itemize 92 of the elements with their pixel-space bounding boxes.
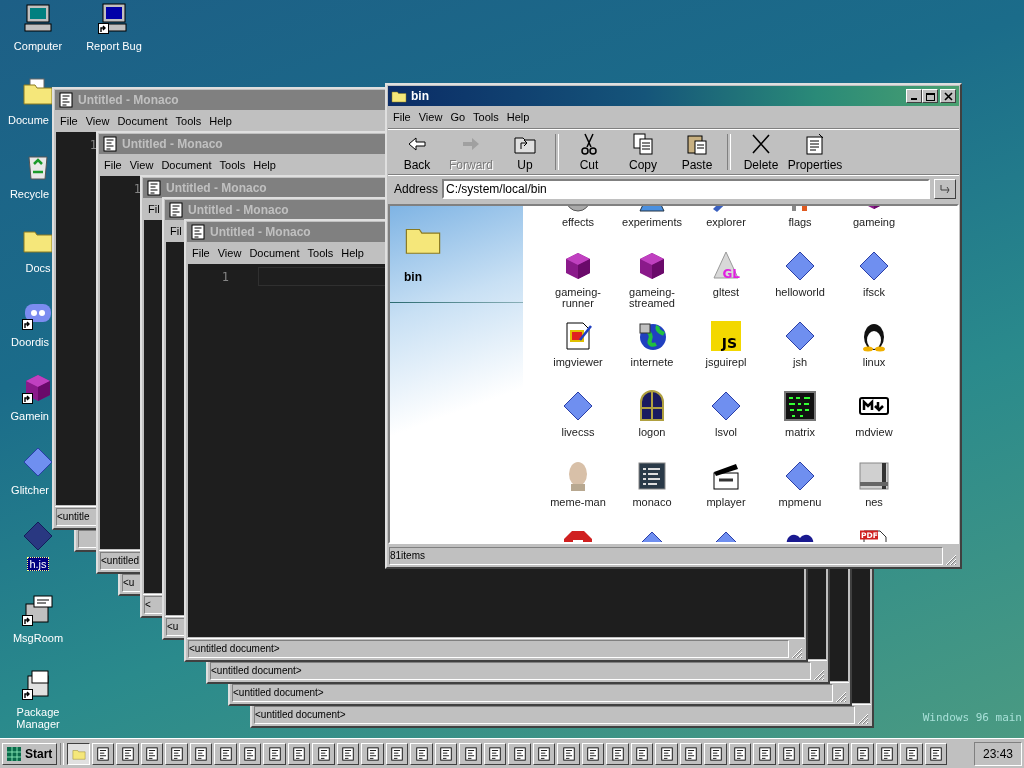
desktop-icon-label[interactable]: h.js [27, 557, 49, 571]
file-name[interactable]: matrix [765, 427, 835, 438]
menu-item[interactable]: File [192, 247, 210, 259]
status-text: <untitled [101, 554, 140, 568]
line-number: 1 [133, 182, 141, 196]
menu-item[interactable]: View [217, 247, 242, 259]
menu-item[interactable]: Help [341, 247, 364, 259]
menu-item[interactable]: View [85, 115, 110, 127]
folder-name: bin [404, 270, 423, 284]
desktop-icon-label[interactable]: Glitcher [9, 483, 51, 497]
file-name[interactable]: jsguirepl [691, 357, 761, 368]
toolbar-button[interactable]: Back [390, 130, 444, 174]
menu-item[interactable]: Tools [175, 115, 202, 127]
status-text: <untitled document> [211, 664, 302, 678]
menu-item[interactable]: View [129, 159, 154, 171]
menu-item[interactable]: View [418, 111, 443, 123]
window-title: Untitled - Monaco [122, 137, 223, 151]
menu-item[interactable]: Document [117, 115, 168, 127]
file-name[interactable]: ifsck [839, 287, 909, 298]
file-name[interactable]: gameing-streamed [617, 287, 687, 309]
line-number: 1 [89, 138, 97, 152]
file-name[interactable]: logon [617, 427, 687, 438]
desktop-icon-label[interactable]: Doordis [9, 335, 51, 349]
toolbar-button[interactable]: Cut [562, 130, 616, 174]
desktop-icon-label[interactable]: Report Bug [84, 39, 144, 53]
menu-item[interactable]: Tools [219, 159, 246, 171]
toolbar-button[interactable]: Paste [670, 130, 724, 174]
file-name[interactable]: internete [617, 357, 687, 368]
menu-item[interactable]: Document [249, 247, 300, 259]
status-text: <untitled document> [255, 708, 346, 722]
file-name[interactable]: livecss [543, 427, 613, 438]
file-name[interactable]: explorer [691, 217, 761, 228]
menu-item[interactable]: File [60, 115, 78, 127]
desktop-icon-label[interactable]: Package Manager [0, 705, 76, 731]
window-title: Untitled - Monaco [78, 93, 179, 107]
file-name[interactable]: lsvol [691, 427, 761, 438]
menu-item[interactable]: Fil [170, 225, 182, 237]
file-name[interactable]: gltest [691, 287, 761, 298]
desktop-icon-label[interactable]: MsgRoom [10, 631, 66, 645]
menu-item[interactable]: Help [253, 159, 276, 171]
desktop-icon-label[interactable]: Docume [6, 113, 51, 127]
build-info-text: Windows 96 main [922, 711, 1022, 724]
address-label: Address [394, 182, 439, 196]
cone-icon: GL [710, 250, 742, 282]
start-button[interactable]: Start [2, 742, 58, 765]
address-field[interactable]: C:/system/local/bin [442, 179, 930, 199]
desktop-icon-label[interactable]: Computer [11, 39, 65, 53]
status-text: <u [167, 620, 179, 634]
clock: 23:43 [974, 741, 1022, 766]
window-title: Untitled - Monaco [166, 181, 267, 195]
status-text: <untitled document> [233, 686, 324, 700]
menu-item[interactable]: Help [506, 111, 530, 123]
file-name[interactable]: flags [765, 217, 835, 228]
toolbar-button[interactable]: Copy [616, 130, 670, 174]
file-name[interactable]: nes [839, 497, 909, 508]
file-name[interactable]: experiments [617, 217, 687, 228]
menu-item[interactable]: Tools [473, 111, 499, 123]
desktop-icon-label[interactable]: Gamein [8, 409, 51, 423]
status-text: <untitle [57, 510, 90, 524]
window-title: bin [411, 89, 429, 103]
window-title: Untitled - Monaco [210, 225, 311, 239]
desktop-icon-label[interactable]: Recycle [7, 187, 51, 201]
file-name[interactable]: mplayer [691, 497, 761, 508]
line-number: 1 [221, 270, 229, 284]
file-name[interactable]: jsh [765, 357, 835, 368]
file-name[interactable]: meme-man [543, 497, 613, 508]
menu-item[interactable]: Document [161, 159, 212, 171]
file-name[interactable]: effects [543, 217, 613, 228]
window-title: Untitled - Monaco [188, 203, 289, 217]
menu-item[interactable]: Fil [148, 203, 160, 215]
status-text: <untitled document> [189, 642, 280, 656]
menu-item[interactable]: Go [450, 111, 466, 123]
status-text: <u [123, 576, 135, 590]
file-name[interactable]: imgviewer [543, 357, 613, 368]
status-text: < [145, 598, 151, 612]
desktop-icon-label[interactable]: Docs [23, 261, 53, 275]
file-name[interactable]: mdview [839, 427, 909, 438]
menu-item[interactable]: Tools [307, 247, 334, 259]
file-name[interactable]: monaco [617, 497, 687, 508]
file-name[interactable]: gameing [839, 217, 909, 228]
toolbar-button[interactable]: Properties [788, 130, 842, 174]
file-name[interactable]: mpmenu [765, 497, 835, 508]
file-name[interactable]: gameing-runner [543, 287, 613, 309]
toolbar-button[interactable]: Up [498, 130, 552, 174]
file-name[interactable]: linux [839, 357, 909, 368]
menu-item[interactable]: Help [209, 115, 232, 127]
status-text: 81items [390, 549, 425, 563]
menu-item[interactable]: File [104, 159, 122, 171]
file-name[interactable]: helloworld [765, 287, 835, 298]
js-icon: JS [710, 320, 742, 352]
toolbar-button[interactable]: Delete [734, 130, 788, 174]
menu-item[interactable]: File [393, 111, 411, 123]
